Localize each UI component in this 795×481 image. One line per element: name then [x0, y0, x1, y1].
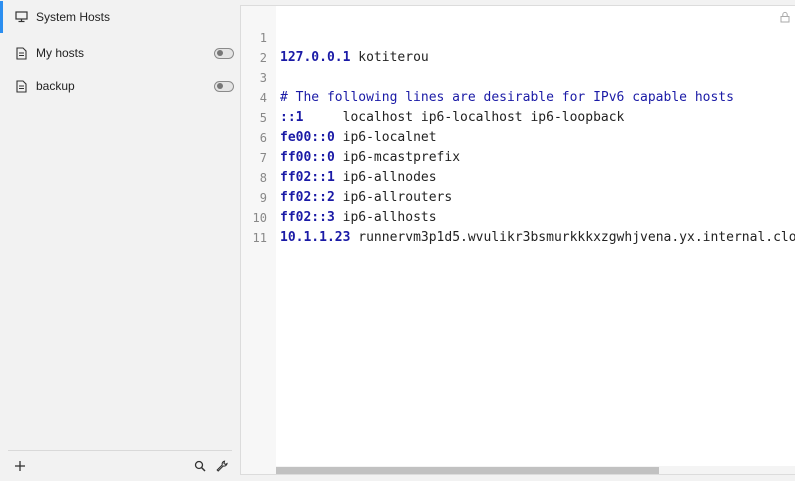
scrollbar-thumb[interactable]: [276, 467, 659, 474]
sidebar-item-backup[interactable]: backup: [0, 70, 240, 102]
line-content: fe00::0 ip6-localnet: [280, 128, 437, 148]
line-content: ff00::0 ip6-mcastprefix: [280, 148, 460, 168]
line-content: ff02::1 ip6-allnodes: [280, 168, 437, 188]
ip-address: 10.1.1.23: [280, 230, 351, 245]
search-icon[interactable]: [193, 459, 207, 473]
code-line: 1 127.0.0.1 kotiterou: [241, 8, 429, 65]
code-line: 6 ff00::0 ip6-mcastprefix: [241, 108, 460, 165]
wrench-icon[interactable]: [215, 459, 229, 473]
hostnames: ip6-mcastprefix: [334, 150, 461, 165]
code-line: 9 ff02::3 ip6-allhosts: [241, 168, 437, 225]
sidebar-footer: [8, 450, 232, 481]
hostnames: localhost ip6-localhost ip6-loopback: [303, 110, 625, 125]
backup-toggle[interactable]: [214, 80, 234, 92]
code-line: 2: [241, 28, 272, 65]
ip-address: ff00::0: [280, 150, 335, 165]
my-hosts-toggle[interactable]: [214, 47, 234, 59]
ip-address: ff02::1: [280, 170, 335, 185]
code-line: 5 fe00::0 ip6-localnet: [241, 88, 437, 145]
line-number: 11: [252, 231, 267, 245]
lock-icon: [779, 10, 791, 23]
monitor-icon: [14, 10, 28, 24]
hostnames: runnervm3p1d5.wvulikr3bsmurkkkxzgwhjvena…: [350, 230, 795, 245]
file-icon: [14, 79, 28, 93]
hostnames: ip6-allrouters: [334, 190, 453, 205]
plus-icon[interactable]: [13, 459, 27, 473]
ip-address: ff02::3: [280, 210, 335, 225]
ip-address: fe00::0: [280, 130, 335, 145]
sidebar-item-label: backup: [36, 79, 75, 93]
hostnames: ip6-localnet: [334, 130, 437, 145]
hostnames: ip6-allnodes: [334, 170, 437, 185]
sidebar: System Hosts My hosts backup: [0, 0, 240, 480]
line-content: ff02::3 ip6-allhosts: [280, 208, 437, 228]
line-content: ff02::2 ip6-allrouters: [280, 188, 452, 208]
comment-text: # The following lines are desirable for …: [280, 90, 734, 105]
sidebar-item-label: My hosts: [36, 46, 85, 60]
file-icon: [14, 46, 28, 60]
code-line: 7 ff02::1 ip6-allnodes: [241, 128, 437, 185]
ip-address: 127.0.0.1: [280, 50, 351, 65]
ip-address: ff02::2: [280, 190, 335, 205]
sidebar-item-my-hosts[interactable]: My hosts: [0, 37, 240, 69]
line-content: ::1 localhost ip6-localhost ip6-loopback: [280, 108, 624, 128]
line-content: 127.0.0.1 kotiterou: [280, 48, 429, 68]
hostnames: ip6-allhosts: [334, 210, 437, 225]
ip-address: ::1: [280, 110, 304, 125]
sidebar-item-system-hosts[interactable]: System Hosts: [0, 1, 240, 33]
code-line: 10 10.1.1.23 runnervm3p1d5.wvulikr3bsmur…: [241, 188, 795, 245]
code-line: 3 # The following lines are desirable fo…: [241, 48, 734, 105]
hosts-editor[interactable]: 1 127.0.0.1 kotiterou 2 3 # The followin…: [240, 5, 795, 475]
sidebar-item-label: System Hosts: [36, 10, 111, 24]
code-line: 11: [241, 208, 272, 245]
line-content: 10.1.1.23 runnervm3p1d5.wvulikr3bsmurkkk…: [280, 228, 795, 248]
hostnames: kotiterou: [350, 50, 429, 65]
horizontal-scrollbar[interactable]: [276, 466, 795, 474]
code-line: 8 ff02::2 ip6-allrouters: [241, 148, 452, 205]
code-line: 4 ::1 localhost ip6-localhost ip6-loopba…: [241, 68, 625, 125]
